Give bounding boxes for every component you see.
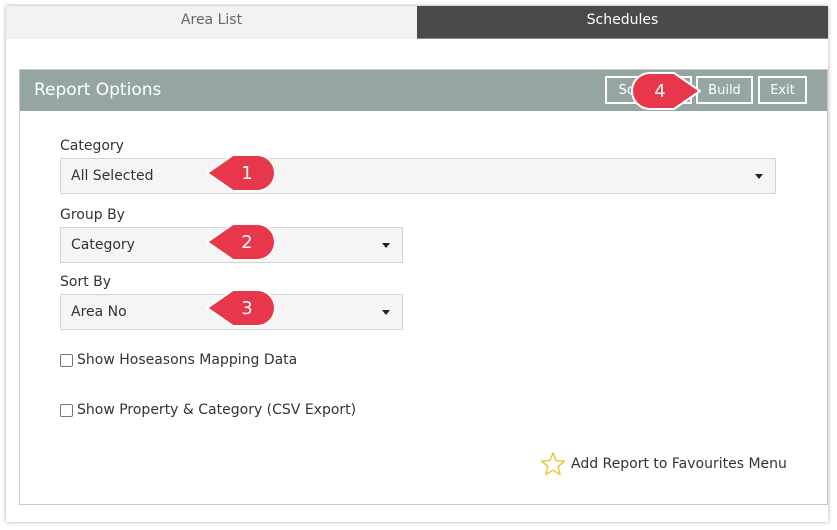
- callout-2: 2: [203, 220, 279, 264]
- favourites-label: Add Report to Favourites Menu: [571, 456, 787, 472]
- caret-down-icon: [382, 310, 390, 315]
- panel-title: Report Options: [34, 80, 162, 100]
- callout-2-number: 2: [241, 232, 252, 253]
- category-value: All Selected: [71, 168, 154, 184]
- callout-4-number: 4: [654, 81, 665, 102]
- callout-1: 1: [203, 151, 279, 195]
- tab-schedules[interactable]: Schedules: [417, 6, 828, 39]
- callout-4: 4: [628, 69, 704, 113]
- panel-header: Report Options Schedule Build Exit: [20, 70, 827, 111]
- sort-by-value: Area No: [71, 304, 127, 320]
- caret-down-icon: [382, 243, 390, 248]
- csv-export-label: Show Property & Category (CSV Export): [77, 402, 357, 418]
- star-outline-icon: [540, 451, 566, 481]
- add-to-favourites-link[interactable]: Add Report to Favourites Menu: [540, 451, 800, 481]
- build-button[interactable]: Build: [696, 76, 753, 104]
- group-by-label: Group By: [60, 207, 125, 223]
- callout-1-number: 1: [241, 163, 252, 184]
- callout-3: 3: [203, 286, 279, 330]
- group-by-value: Category: [71, 237, 135, 253]
- callout-3-number: 3: [241, 298, 252, 319]
- tab-area-list[interactable]: Area List: [6, 6, 417, 39]
- csv-export-checkbox[interactable]: [60, 404, 73, 417]
- category-select[interactable]: All Selected: [60, 158, 776, 194]
- category-label: Category: [60, 138, 124, 154]
- report-options-panel: Report Options Schedule Build Exit Categ…: [19, 69, 828, 505]
- caret-down-icon: [755, 174, 763, 179]
- sort-by-label: Sort By: [60, 274, 112, 290]
- report-window: Area List Schedules Report Options Sched…: [6, 6, 828, 522]
- mapping-data-label: Show Hoseasons Mapping Data: [77, 352, 298, 368]
- tab-bar: Area List Schedules: [6, 6, 828, 39]
- exit-button[interactable]: Exit: [758, 76, 807, 104]
- mapping-data-checkbox[interactable]: [60, 354, 73, 367]
